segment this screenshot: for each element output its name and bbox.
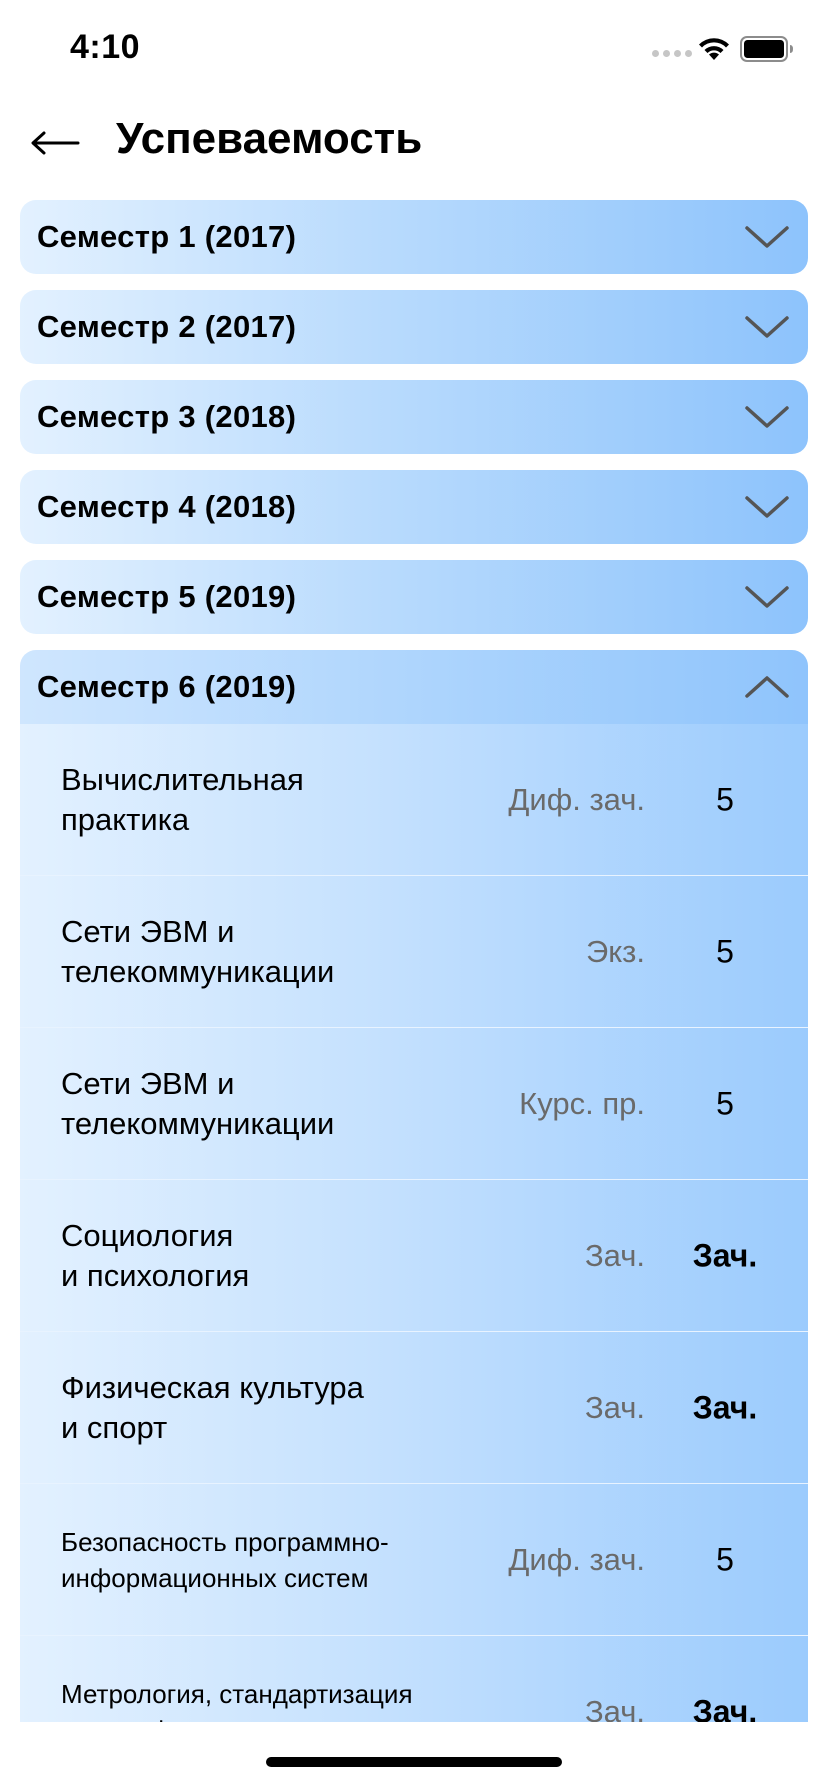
chevron-up-icon [745, 676, 789, 698]
subject-name: Социология и психология [61, 1217, 250, 1293]
chevron-down-icon [745, 316, 789, 338]
subject-assessment-type: Экз. [585, 933, 645, 969]
page-title: Успеваемость [116, 114, 423, 163]
subject-row[interactable]: Безопасность программно- информационных … [20, 1484, 808, 1636]
semester-label: Семестр 6 (2019) [37, 669, 297, 704]
semester-header-4[interactable]: Семестр 4 (2018) [20, 470, 808, 544]
chevron-down-icon [745, 406, 789, 428]
home-indicator[interactable] [266, 1757, 562, 1767]
battery-icon [740, 36, 793, 62]
chevron-down-icon [745, 586, 789, 608]
semester-header-2[interactable]: Семестр 2 (2017) [20, 290, 808, 364]
semester-label: Семестр 2 (2017) [37, 309, 297, 344]
semester-label: Семестр 4 (2018) [37, 489, 297, 524]
subject-list: Вычислительная практика Диф. зач. 5 Сети… [20, 724, 808, 1722]
subject-grade: 5 [716, 781, 734, 817]
subject-grade: Зач. [692, 1237, 758, 1273]
subject-grade: 5 [716, 933, 734, 969]
status-time: 4:10 [70, 28, 141, 66]
subject-name: Безопасность программно- информационных … [61, 1526, 389, 1593]
semester-header-6[interactable]: Семестр 6 (2019) [20, 650, 808, 724]
semester-header-3[interactable]: Семестр 3 (2018) [20, 380, 808, 454]
subject-row[interactable]: Сети ЭВМ и телекоммуникации Курс. пр. 5 [20, 1028, 808, 1180]
subject-grade: Зач. [692, 1693, 758, 1722]
subject-row[interactable]: Сети ЭВМ и телекоммуникации Экз. 5 [20, 876, 808, 1028]
wifi-icon [699, 38, 729, 60]
semester-header-5[interactable]: Семестр 5 (2019) [20, 560, 808, 634]
subject-assessment-type: Зач. [584, 1237, 645, 1273]
status-bar: 4:10 [0, 0, 828, 100]
subject-assessment-type: Зач. [584, 1693, 645, 1723]
semester-list: Семестр 1 (2017) Семестр 2 (2017) Семест… [20, 200, 808, 1722]
subject-name: Сети ЭВМ и телекоммуникации [61, 1065, 335, 1141]
arrow-left-icon[interactable] [30, 126, 80, 160]
semester-label: Семестр 5 (2019) [37, 579, 297, 614]
chevron-down-icon [745, 496, 789, 518]
subject-name: Сети ЭВМ и телекоммуникации [61, 913, 335, 989]
subject-name: Вычислительная практика [61, 761, 304, 837]
subject-grade: 5 [716, 1085, 734, 1121]
subject-grade: 5 [716, 1541, 734, 1577]
subject-assessment-type: Диф. зач. [508, 781, 645, 817]
subject-row[interactable]: Физическая культура и спорт Зач. Зач. [20, 1332, 808, 1484]
subject-row[interactable]: Метрология, стандартизация и сертификаци… [20, 1636, 808, 1722]
subject-assessment-type: Зач. [584, 1389, 645, 1425]
semester-label: Семестр 1 (2017) [37, 219, 297, 254]
chevron-down-icon [745, 226, 789, 248]
subject-row[interactable]: Вычислительная практика Диф. зач. 5 [20, 724, 808, 876]
semester-label: Семестр 3 (2018) [37, 399, 297, 434]
subject-assessment-type: Курс. пр. [519, 1085, 645, 1121]
subject-assessment-type: Диф. зач. [508, 1541, 645, 1577]
header: Успеваемость [0, 100, 828, 190]
subject-grade: Зач. [692, 1389, 758, 1425]
subject-name: Физическая культура и спорт [61, 1369, 364, 1445]
subject-name: Метрология, стандартизация и сертификаци… [61, 1678, 413, 1723]
subject-row[interactable]: Социология и психология Зач. Зач. [20, 1180, 808, 1332]
semester-header-1[interactable]: Семестр 1 (2017) [20, 200, 808, 274]
cellular-signal-icon [652, 50, 692, 57]
